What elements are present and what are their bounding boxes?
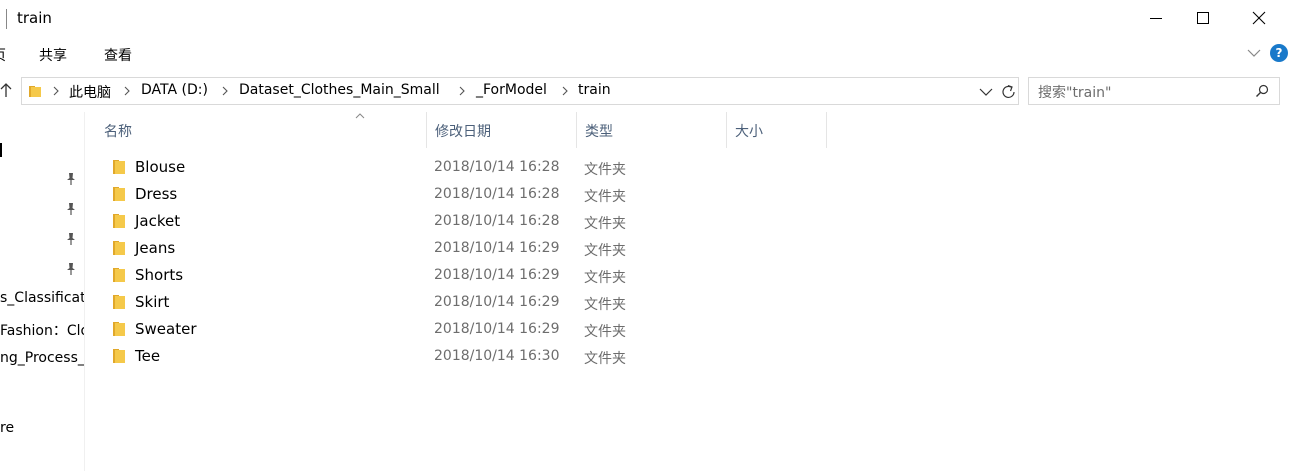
file-type: 文件夹 bbox=[584, 297, 626, 313]
file-row[interactable]: Sweater 2018/10/14 16:29 文件夹 bbox=[96, 316, 827, 343]
chevron-right-icon[interactable] bbox=[123, 86, 131, 96]
help-icon[interactable]: ? bbox=[1270, 44, 1288, 62]
title-separator bbox=[6, 9, 7, 29]
search-box[interactable]: 搜索"train" bbox=[1028, 77, 1280, 105]
file-modified: 2018/10/14 16:28 bbox=[434, 213, 560, 229]
nav-item[interactable]: re bbox=[0, 420, 14, 436]
address-bar[interactable]: 此电脑 DATA (D:) Dataset_Clothes_Main_Small… bbox=[21, 77, 1019, 105]
folder-icon bbox=[113, 268, 125, 282]
maximize-button[interactable] bbox=[1181, 0, 1227, 38]
column-header-type[interactable]: 类型 bbox=[577, 112, 727, 148]
breadcrumb-dataset[interactable]: Dataset_Clothes_Main_Small bbox=[239, 82, 440, 98]
file-modified: 2018/10/14 16:29 bbox=[434, 294, 560, 310]
breadcrumb-formodel[interactable]: _ForModel bbox=[476, 82, 547, 98]
breadcrumb-train[interactable]: train bbox=[578, 82, 611, 98]
file-type: 文件夹 bbox=[584, 324, 626, 340]
file-name: Sweater bbox=[135, 320, 197, 338]
title-bar: train bbox=[0, 0, 1293, 38]
refresh-icon[interactable] bbox=[999, 83, 1019, 101]
column-header-row: 名称 修改日期 类型 大小 bbox=[96, 112, 827, 148]
file-type: 文件夹 bbox=[584, 270, 626, 286]
nav-item-marker bbox=[0, 143, 2, 157]
folder-icon bbox=[113, 241, 125, 255]
close-button[interactable] bbox=[1237, 0, 1283, 38]
chevron-down-icon[interactable] bbox=[979, 87, 993, 97]
file-name: Skirt bbox=[135, 293, 170, 311]
file-type: 文件夹 bbox=[584, 189, 626, 205]
file-type: 文件夹 bbox=[584, 162, 626, 178]
chevron-right-icon[interactable] bbox=[221, 86, 229, 96]
file-name: Tee bbox=[135, 347, 161, 365]
navigation-row: 此电脑 DATA (D:) Dataset_Clothes_Main_Small… bbox=[0, 74, 1293, 108]
folder-icon bbox=[113, 322, 125, 336]
folder-icon bbox=[113, 160, 125, 174]
file-name: Jeans bbox=[135, 239, 176, 257]
search-placeholder: 搜索"train" bbox=[1038, 85, 1112, 101]
folder-icon bbox=[113, 295, 125, 309]
up-arrow-icon[interactable] bbox=[0, 82, 12, 98]
file-row[interactable]: Skirt 2018/10/14 16:29 文件夹 bbox=[96, 289, 827, 316]
pin-icon[interactable] bbox=[64, 262, 78, 276]
file-type: 文件夹 bbox=[584, 243, 626, 259]
minimize-icon bbox=[1150, 18, 1162, 19]
file-modified: 2018/10/14 16:28 bbox=[434, 159, 560, 175]
pin-icon[interactable] bbox=[64, 172, 78, 186]
file-name: Dress bbox=[135, 185, 178, 203]
tab-share[interactable]: 共享 bbox=[39, 45, 67, 65]
breadcrumb-this-pc[interactable]: 此电脑 bbox=[69, 82, 111, 102]
file-name: Shorts bbox=[135, 266, 184, 284]
sort-ascending-icon bbox=[355, 113, 365, 119]
navigation-pane: s_Classificat Fashion：Clo ng_Process_ re bbox=[0, 112, 85, 471]
file-row[interactable]: Jeans 2018/10/14 16:29 文件夹 bbox=[96, 235, 827, 262]
column-header-name[interactable]: 名称 bbox=[96, 112, 427, 148]
file-row[interactable]: Shorts 2018/10/14 16:29 文件夹 bbox=[96, 262, 827, 289]
chevron-right-icon[interactable] bbox=[52, 86, 60, 96]
tab-home[interactable]: 页 bbox=[0, 45, 6, 65]
column-header-modified[interactable]: 修改日期 bbox=[427, 112, 577, 148]
file-row[interactable]: Dress 2018/10/14 16:28 文件夹 bbox=[96, 181, 827, 208]
column-header-size[interactable]: 大小 bbox=[727, 112, 827, 148]
window-title: train bbox=[17, 9, 52, 27]
search-icon[interactable] bbox=[1255, 84, 1269, 98]
file-modified: 2018/10/14 16:29 bbox=[434, 267, 560, 283]
nav-item[interactable]: ng_Process_ bbox=[0, 350, 84, 366]
close-icon bbox=[1252, 11, 1266, 25]
file-modified: 2018/10/14 16:29 bbox=[434, 321, 560, 337]
nav-item[interactable]: s_Classificat bbox=[0, 290, 84, 306]
tab-view[interactable]: 查看 bbox=[104, 45, 132, 65]
folder-icon bbox=[29, 86, 41, 97]
file-name: Jacket bbox=[135, 212, 181, 230]
pin-icon[interactable] bbox=[64, 232, 78, 246]
pin-icon[interactable] bbox=[64, 202, 78, 216]
file-row[interactable]: Blouse 2018/10/14 16:28 文件夹 bbox=[96, 154, 827, 181]
maximize-icon bbox=[1197, 12, 1209, 24]
folder-icon bbox=[113, 187, 125, 201]
folder-icon bbox=[113, 214, 125, 228]
chevron-right-icon[interactable] bbox=[561, 86, 569, 96]
file-type: 文件夹 bbox=[584, 351, 626, 367]
file-modified: 2018/10/14 16:30 bbox=[434, 348, 560, 364]
file-row[interactable]: Jacket 2018/10/14 16:28 文件夹 bbox=[96, 208, 827, 235]
file-row[interactable]: Tee 2018/10/14 16:30 文件夹 bbox=[96, 343, 827, 370]
minimize-button[interactable] bbox=[1134, 0, 1180, 38]
file-type: 文件夹 bbox=[584, 216, 626, 232]
file-modified: 2018/10/14 16:28 bbox=[434, 186, 560, 202]
breadcrumb-data-drive[interactable]: DATA (D:) bbox=[141, 82, 208, 98]
nav-item[interactable]: Fashion：Clo bbox=[0, 320, 84, 340]
file-modified: 2018/10/14 16:29 bbox=[434, 240, 560, 256]
chevron-down-icon[interactable] bbox=[1247, 46, 1261, 60]
file-name: Blouse bbox=[135, 158, 186, 176]
ribbon: 页 共享 查看 ? bbox=[0, 38, 1293, 70]
folder-icon bbox=[113, 349, 125, 363]
chevron-right-icon[interactable] bbox=[458, 86, 466, 96]
